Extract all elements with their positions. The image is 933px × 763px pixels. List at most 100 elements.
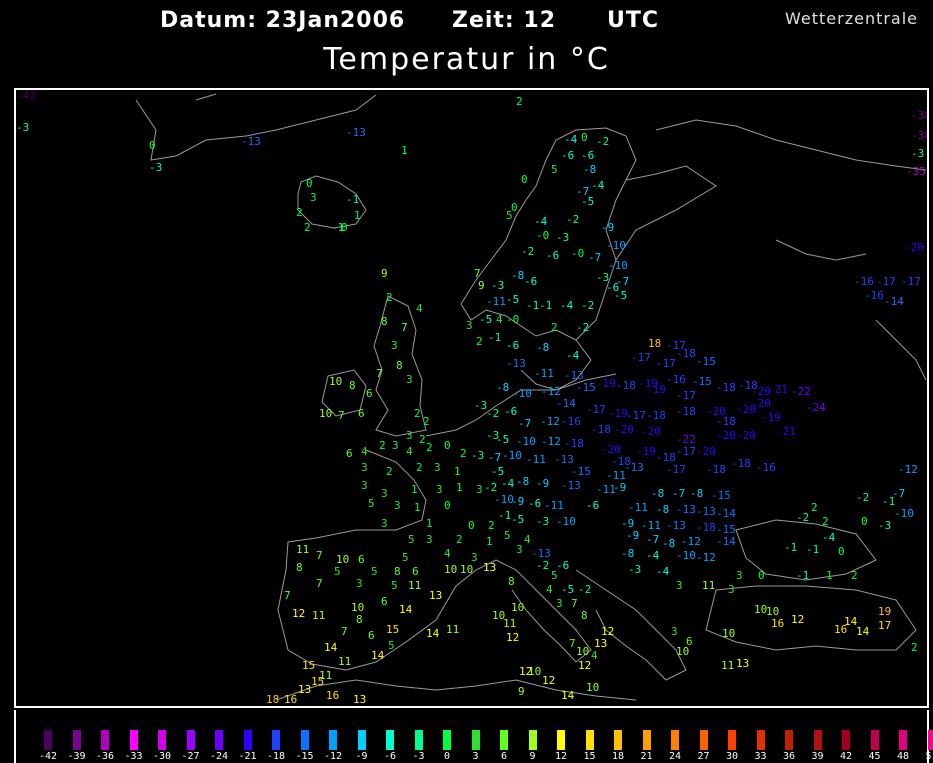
station-temperature: 18 [648, 337, 662, 350]
station-temperature: 7 [316, 549, 323, 562]
station-temperature: 1 [826, 569, 833, 582]
station-temperature: 2 [460, 447, 467, 460]
station-temperature: 3 [391, 339, 398, 352]
legend-swatch [870, 730, 879, 750]
station-temperature: -6 [556, 559, 570, 572]
legend-tick-label: 21 [640, 751, 653, 762]
station-temperature: 13 [483, 561, 497, 574]
legend-swatch [471, 730, 480, 750]
station-temperature: 15 [386, 623, 400, 636]
legend-swatch [756, 730, 765, 750]
station-temperature: 11 [446, 623, 460, 636]
station-temperature: 3 [556, 597, 563, 610]
station-temperature: -13 [666, 519, 686, 532]
station-temperature: 2 [851, 569, 858, 582]
station-temperature: -13 [564, 369, 584, 382]
station-temperature: 11 [702, 579, 716, 592]
station-temperature: 1 [354, 209, 361, 222]
legend-swatch [386, 730, 394, 750]
station-temperature: -11 [486, 295, 506, 308]
station-temperature: -2 [596, 135, 610, 148]
station-temperature: 15 [302, 659, 316, 672]
legend-swatch [101, 730, 109, 750]
station-temperature: -6 [581, 149, 595, 162]
station-temperature: 5 [551, 163, 558, 176]
station-temperature: -17 [586, 403, 606, 416]
station-temperature: -10 [502, 449, 522, 462]
station-temperature: 2 [296, 206, 303, 219]
station-temperature: 0 [306, 177, 313, 190]
station-temperature: -1 [539, 299, 553, 312]
station-temperature: -12 [541, 385, 561, 398]
station-temperature: -2 [578, 583, 592, 596]
station-temperature: -7 [646, 533, 660, 546]
station-temperature: -1 [526, 299, 540, 312]
station-temperature: -8 [621, 547, 635, 560]
legend-tick-label: -42 [38, 751, 58, 762]
station-temperature: 16 [771, 617, 785, 630]
station-temperature: -18 [716, 415, 736, 428]
legend-swatch [72, 730, 81, 750]
station-temperature: -24 [806, 401, 826, 414]
station-temperature: -3 [536, 515, 550, 528]
station-temperature: 7 [571, 597, 578, 610]
station-temperature: 2 [811, 501, 818, 514]
station-temperature: -13 [554, 453, 574, 466]
legend-swatch [272, 730, 280, 750]
station-temperature: -4 [560, 299, 574, 312]
station-temperature: -22 [676, 433, 696, 446]
legend-swatch [129, 730, 138, 750]
station-temperature: -3 [16, 121, 30, 134]
legend-tick-label: 24 [668, 751, 682, 762]
station-temperature: 3 [471, 551, 478, 564]
station-temperature: -2 [484, 481, 498, 494]
legend-tick-label: -6 [383, 751, 397, 762]
legend-swatch [414, 730, 423, 750]
station-temperature: 0 [341, 221, 348, 234]
station-temperature: 2 [476, 335, 483, 348]
time-label: Zeit: 12 [452, 8, 557, 33]
station-temperature: 11 [312, 609, 326, 622]
station-temperature: 7 [474, 267, 481, 280]
legend-tick-label: 39 [811, 751, 824, 762]
station-temperature: -11 [628, 501, 648, 514]
station-temperature: -7 [488, 451, 502, 464]
station-temperature: -20 [736, 403, 756, 416]
station-temperature: 3 [381, 517, 388, 530]
station-temperature: -1 [346, 193, 360, 206]
station-temperature: -19 [636, 445, 656, 458]
station-temperature: -7 [588, 251, 602, 264]
station-temperature: -18 [656, 451, 676, 464]
station-temperature: -6 [504, 405, 518, 418]
legend-swatch [243, 730, 252, 750]
station-temperature: -12 [696, 551, 716, 564]
station-temperature: 10 [511, 601, 525, 614]
station-temperature: 8 [394, 565, 401, 578]
station-temperature: -10 [676, 549, 696, 562]
station-temperature: 8 [396, 359, 403, 372]
station-temperature: 3 [361, 479, 368, 492]
legend-tick-label: 6 [500, 751, 508, 762]
station-temperature: 1 [411, 483, 418, 496]
station-temperature: 7 [338, 409, 345, 422]
station-temperature: 1 [414, 501, 421, 514]
station-temperature: 5 [334, 565, 341, 578]
legend-swatch [357, 730, 366, 750]
station-temperature: 11 [503, 617, 517, 630]
station-temperature: -16 [756, 461, 776, 474]
station-temperature: 3 [436, 483, 443, 496]
station-temperature: 11 [338, 655, 352, 668]
station-temperature: -10 [516, 435, 536, 448]
station-temperature: 7 [401, 321, 408, 334]
station-temperature: -8 [583, 163, 597, 176]
station-temperature: 5 [371, 565, 378, 578]
station-temperature: 0 [758, 569, 765, 582]
station-temperature: -0 [571, 247, 585, 260]
legend-swatch [614, 730, 622, 750]
station-temperature: -17 [901, 275, 921, 288]
station-temperature: -4 [591, 179, 605, 192]
station-temperature: 3 [392, 439, 399, 452]
station-temperature: -8 [536, 341, 550, 354]
station-temperature: -1 [806, 543, 820, 556]
station-temperature: 3 [394, 499, 401, 512]
